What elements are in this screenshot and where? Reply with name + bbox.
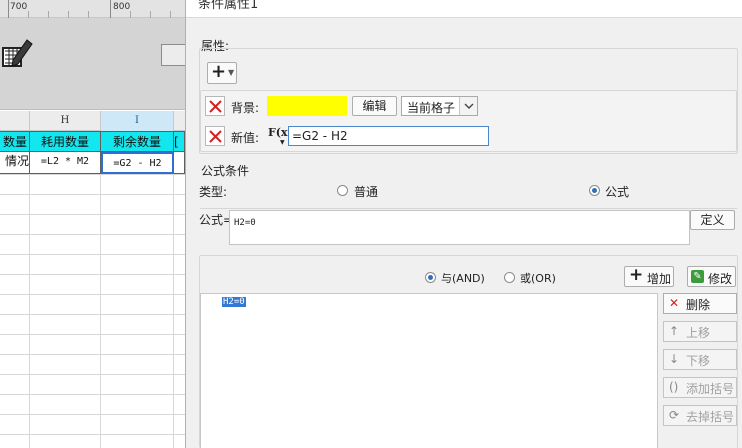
scope-dropdown-button[interactable] <box>459 97 477 115</box>
column-header-i[interactable]: I <box>101 111 174 131</box>
column-header-h[interactable]: H <box>30 111 101 131</box>
add-condition-button[interactable]: + 增加 <box>624 265 674 287</box>
fx-dropdown-icon[interactable]: ▼ <box>280 139 285 146</box>
header-cell-used-quantity[interactable]: 耗用数量 <box>30 131 101 152</box>
cell-status[interactable]: 情况 <box>0 152 30 174</box>
type-normal-label[interactable]: 普通 <box>354 183 378 200</box>
modify-condition-button[interactable]: ✎ 修改 <box>687 266 736 287</box>
condition-list[interactable]: H2=0 <box>200 293 658 448</box>
scope-select[interactable]: 当前格子 <box>401 96 478 116</box>
bracket-icon: () <box>669 380 679 394</box>
move-down-label: 下移 <box>686 354 711 368</box>
remove-bracket-icon: ⟳ <box>669 408 680 422</box>
column-header-j[interactable] <box>174 111 185 131</box>
formula-row: 情况 =L2 * M2 =G2 - H2 <box>0 152 185 174</box>
background-color-swatch[interactable] <box>267 96 347 116</box>
type-label: 类型: <box>199 185 228 199</box>
and-label[interactable]: 与(AND) <box>441 270 485 286</box>
new-value-text: =G2 - H2 <box>292 129 348 143</box>
spreadsheet-area: 700 800 H I 数量 耗用数量 剩余数量 [情况 =L2 * M2 =… <box>0 0 185 448</box>
formula-input-text: H2=0 <box>234 218 256 228</box>
remove-background-button[interactable] <box>205 96 225 116</box>
modify-condition-label: 修改 <box>708 272 733 286</box>
remove-bracket-button[interactable]: ⟳ 去掉括号 <box>663 405 737 426</box>
type-normal-radio[interactable] <box>337 185 348 196</box>
formula-label: 公式= <box>199 213 234 227</box>
edit-pencil-icon[interactable] <box>1 36 33 70</box>
design-button[interactable] <box>161 44 185 66</box>
type-formula-radio[interactable] <box>589 185 600 196</box>
header-cell-next[interactable]: [ <box>174 131 185 152</box>
background-label: 背景: <box>231 101 260 115</box>
chevron-down-icon <box>464 103 474 109</box>
edit-background-button[interactable]: 编辑 <box>352 96 397 116</box>
close-icon <box>209 100 222 113</box>
formula-input[interactable]: H2=0 <box>229 210 690 245</box>
delete-label: 删除 <box>686 298 711 312</box>
add-bracket-label: 添加括号 <box>686 382 735 396</box>
add-condition-label: 增加 <box>647 272 672 286</box>
add-property-button[interactable]: + ▼ <box>207 61 237 84</box>
header-cell-quantity[interactable]: 数量 <box>0 131 30 152</box>
new-value-input[interactable]: =G2 - H2 <box>288 126 489 146</box>
formula-condition-group <box>199 175 738 209</box>
plus-icon: + <box>629 265 644 285</box>
ruler-mark-700: 700 <box>10 2 28 12</box>
empty-grid[interactable] <box>0 174 185 448</box>
move-up-label: 上移 <box>686 326 711 340</box>
plus-icon: + <box>211 61 227 82</box>
and-radio[interactable] <box>425 272 436 283</box>
delete-condition-button[interactable]: ✕ 删除 <box>663 293 737 314</box>
cell-remaining-quantity-formula[interactable]: =G2 - H2 <box>101 152 174 174</box>
column-header-row: H I <box>0 111 185 131</box>
arrow-down-icon: ↓ <box>669 352 680 366</box>
screen: 700 800 H I 数量 耗用数量 剩余数量 [情况 =L2 * M2 =… <box>0 0 742 448</box>
horizontal-ruler: 700 800 <box>0 0 185 18</box>
delete-icon: ✕ <box>669 296 680 310</box>
chevron-down-icon: ▼ <box>228 68 235 77</box>
column-header-g[interactable] <box>0 111 30 131</box>
arrow-up-icon: ↑ <box>669 324 680 338</box>
condition-item[interactable]: H2=0 <box>222 297 246 307</box>
move-up-button[interactable]: ↑ 上移 <box>663 321 737 342</box>
report-design-area <box>0 18 185 110</box>
add-bracket-button[interactable]: () 添加括号 <box>663 377 737 398</box>
header-cell-remaining-quantity[interactable]: 剩余数量 <box>101 131 174 152</box>
remove-new-value-button[interactable] <box>205 126 225 146</box>
remove-bracket-label: 去掉括号 <box>686 410 735 424</box>
dialog-title-bar: 条件属性1 <box>186 0 742 18</box>
define-button[interactable]: 定义 <box>690 210 735 230</box>
new-value-label: 新值: <box>231 131 260 145</box>
ruler-mark-800: 800 <box>113 2 131 12</box>
type-formula-label[interactable]: 公式 <box>605 183 629 200</box>
or-label[interactable]: 或(OR) <box>520 270 556 286</box>
move-down-button[interactable]: ↓ 下移 <box>663 349 737 370</box>
table-header-row: 数量 耗用数量 剩余数量 [ <box>0 131 185 152</box>
scope-select-value: 当前格子 <box>407 101 456 115</box>
close-icon <box>209 130 222 143</box>
modify-icon: ✎ <box>691 270 704 283</box>
dialog-title: 条件属性1 <box>198 0 259 12</box>
cell-next[interactable] <box>174 152 185 174</box>
cell-used-quantity-formula[interactable]: =L2 * M2 <box>30 152 101 174</box>
or-radio[interactable] <box>504 272 515 283</box>
